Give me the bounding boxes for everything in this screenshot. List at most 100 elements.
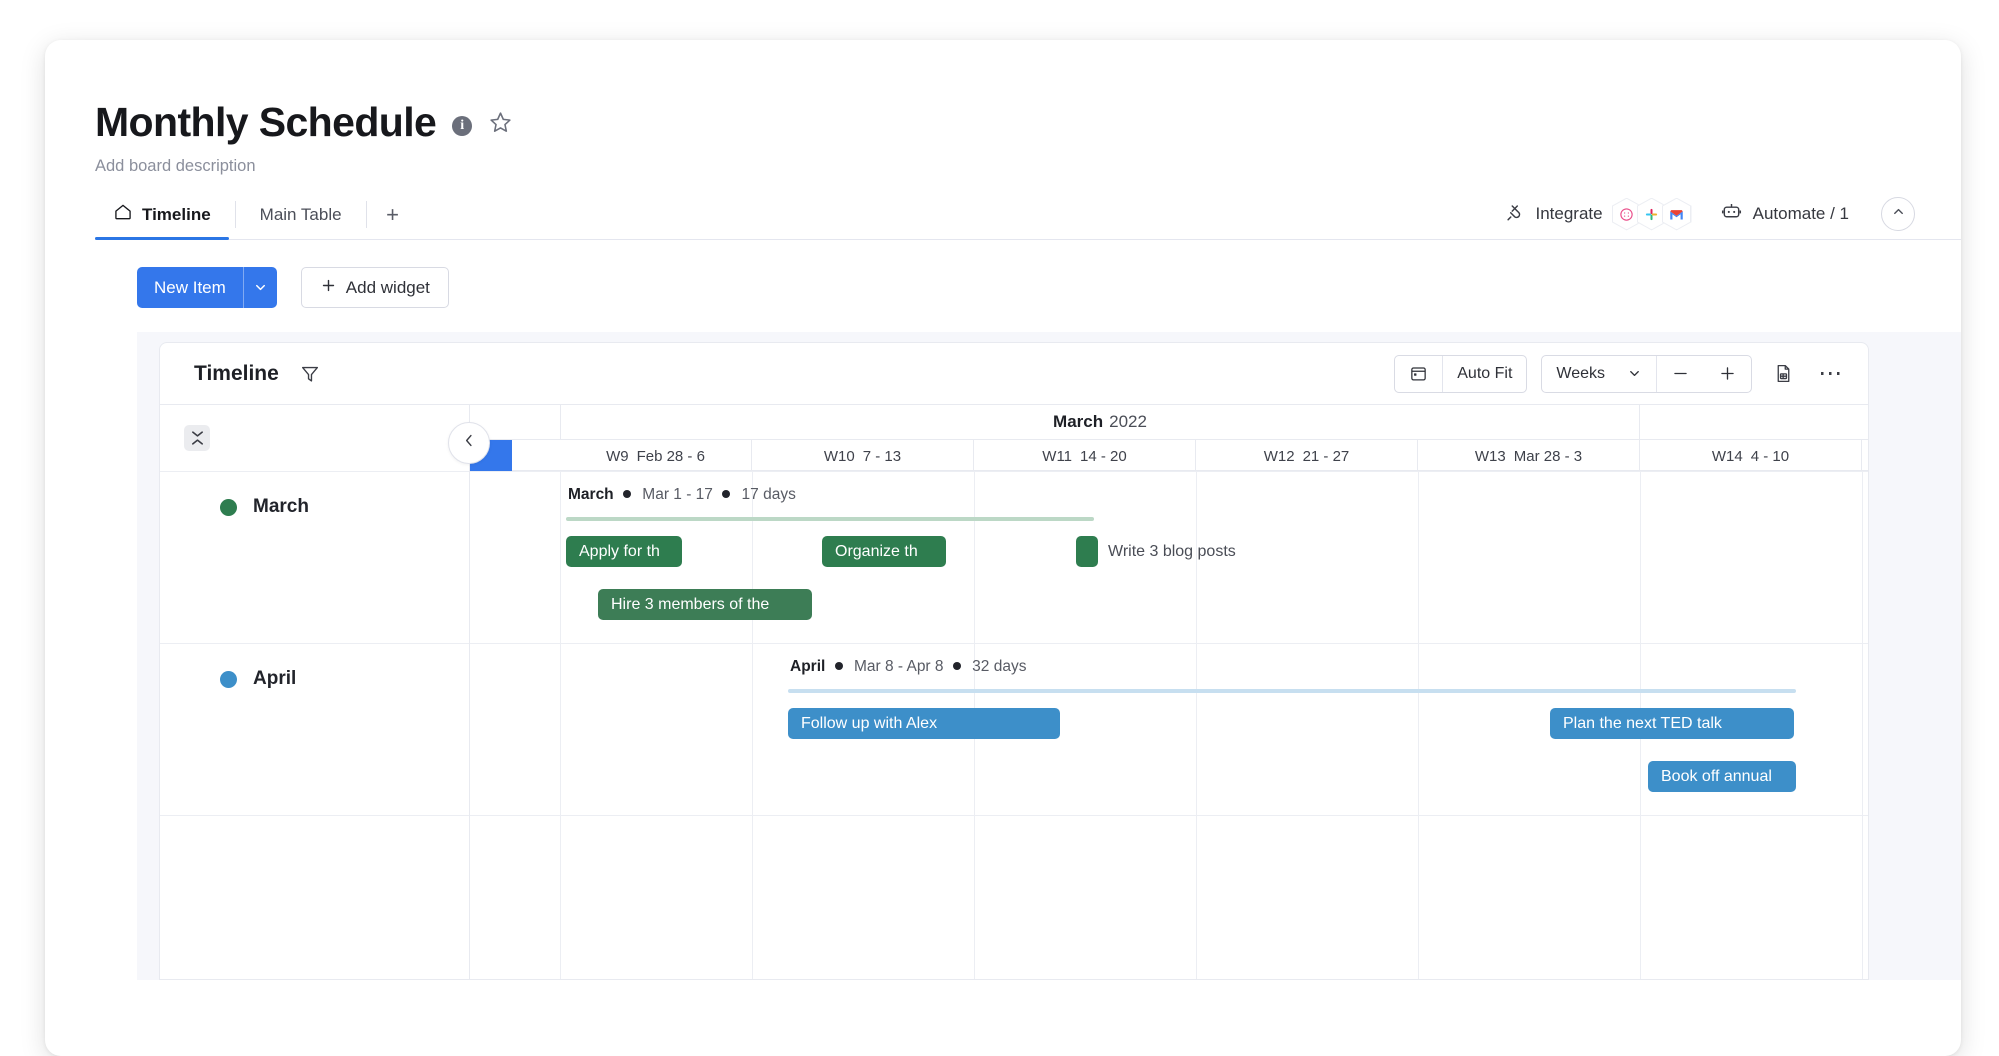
- timeline-widget-header: Timeline Auto Fit Weeks ⋯: [160, 343, 1868, 405]
- timeline-bar[interactable]: Follow up with Alex: [788, 708, 1060, 739]
- board-title-row: Monthly Schedule i: [95, 102, 1961, 143]
- group-meta-title: April: [790, 658, 826, 675]
- week-header-cell: W13 Mar 28 - 3: [1418, 440, 1640, 472]
- add-tab-button[interactable]: +: [373, 190, 413, 239]
- meta-separator-dot: [622, 490, 631, 499]
- timeline-bar[interactable]: Plan the next TED talk: [1550, 708, 1794, 739]
- chevron-down-icon: [1627, 366, 1642, 381]
- timeline-bar[interactable]: Hire 3 members of the: [598, 589, 812, 620]
- week-range: 4 - 10: [1750, 447, 1790, 465]
- new-item-label: New Item: [154, 277, 226, 297]
- week-range: Feb 28 - 6: [636, 447, 705, 465]
- week-header-cell: W9 Feb 28 - 6: [560, 440, 752, 472]
- automate-label: Automate / 1: [1752, 204, 1849, 223]
- week-header-cell: W10 7 - 13: [752, 440, 974, 472]
- zoom-out-button[interactable]: [1657, 356, 1704, 392]
- new-item-button[interactable]: New Item: [137, 267, 277, 308]
- tab-divider-2: [365, 201, 367, 228]
- group-label-april[interactable]: April: [160, 643, 469, 815]
- export-file-icon[interactable]: [1766, 357, 1800, 391]
- tab-timeline-label: Timeline: [142, 204, 211, 224]
- tab-main-table-label: Main Table: [259, 204, 342, 224]
- add-widget-label: Add widget: [345, 277, 430, 297]
- group-color-dot: [220, 671, 237, 688]
- auto-fit-button[interactable]: Auto Fit: [1443, 356, 1526, 392]
- filter-icon[interactable]: [299, 363, 321, 385]
- tab-timeline[interactable]: Timeline: [95, 190, 229, 240]
- week-number: W14: [1711, 447, 1743, 465]
- week-range: 7 - 13: [862, 447, 902, 465]
- integrate-label: Integrate: [1535, 204, 1603, 223]
- week-number: W12: [1263, 447, 1295, 465]
- meta-separator-dot: [722, 490, 731, 499]
- collapse-header-button[interactable]: [1881, 197, 1915, 231]
- group-meta-range: Mar 8 - Apr 8: [853, 658, 944, 675]
- week-header-cell: W11 14 - 20: [974, 440, 1196, 472]
- week-range: 21 - 27: [1302, 447, 1350, 465]
- zoom-group: Weeks: [1541, 354, 1752, 393]
- tabs-bar: Timeline Main Table + Integrate Automate…: [95, 190, 1961, 240]
- month-header-march: March 2022: [560, 405, 1640, 439]
- timeline-widget-gutter: Timeline Auto Fit Weeks ⋯ March 2022 W9 …: [137, 332, 1961, 980]
- group-summary-bar-april: [788, 689, 1796, 693]
- collapse-all-icon[interactable]: [184, 425, 210, 451]
- timeline-left-header: [160, 405, 490, 471]
- week-range: 14 - 20: [1080, 447, 1127, 465]
- timeline-widget: Timeline Auto Fit Weeks ⋯ March 2022 W9 …: [159, 342, 1869, 980]
- star-icon[interactable]: [488, 110, 513, 140]
- more-options-icon[interactable]: ⋯: [1814, 357, 1848, 391]
- timeline-group-row-march: March Mar 1 - 17 17 days Apply for th Or…: [470, 471, 1868, 643]
- page-title: Monthly Schedule: [95, 99, 437, 145]
- group-label-march[interactable]: March: [160, 471, 469, 643]
- week-number: W10: [823, 447, 855, 465]
- home-icon: [113, 202, 133, 227]
- zoom-level-label: Weeks: [1556, 364, 1605, 382]
- week-range: Mar 28 - 3: [1513, 447, 1583, 465]
- timeline-bar[interactable]: [1076, 536, 1098, 567]
- group-meta-duration: 17 days: [741, 486, 796, 503]
- group-summary-bar-march: [566, 517, 1094, 521]
- timeline-prev-button[interactable]: [448, 422, 490, 464]
- week-header-row: W9 Feb 28 - 6 W10 7 - 13 W11 14 - 20 W12…: [470, 439, 1868, 472]
- chevron-down-icon: [255, 284, 265, 291]
- group-meta-march: March Mar 1 - 17 17 days: [568, 486, 796, 504]
- timeline-bar[interactable]: Organize th: [822, 536, 946, 567]
- zoom-level-select[interactable]: Weeks: [1542, 356, 1656, 392]
- info-icon[interactable]: i: [452, 115, 473, 136]
- automate-button[interactable]: Automate / 1: [1720, 200, 1849, 228]
- zoom-in-button[interactable]: [1704, 356, 1751, 392]
- board-description[interactable]: Add board description: [95, 157, 1961, 176]
- group-name: March: [253, 496, 309, 517]
- plug-icon: [1504, 201, 1526, 228]
- timeline-toolbar: Auto Fit Weeks ⋯: [1394, 354, 1848, 393]
- timeline-bar[interactable]: Apply for th: [566, 536, 682, 567]
- timeline-bar-label: Write 3 blog posts: [1108, 543, 1236, 560]
- calendar-icon[interactable]: [1395, 356, 1442, 392]
- add-widget-button[interactable]: Add widget: [300, 267, 449, 308]
- meta-separator-dot: [952, 662, 961, 671]
- timeline-bar[interactable]: Book off annual: [1648, 761, 1796, 792]
- integrate-button[interactable]: Integrate: [1504, 197, 1692, 231]
- chevron-up-icon: [1891, 204, 1906, 224]
- new-item-dropdown-toggle[interactable]: [242, 267, 277, 308]
- month-year: 2022: [1109, 412, 1147, 431]
- group-label-empty: [160, 815, 469, 979]
- plus-icon: [320, 277, 337, 299]
- week-header-cell: W12 21 - 27: [1196, 440, 1418, 472]
- group-meta-title: March: [568, 486, 614, 503]
- tabs-left: Timeline Main Table +: [95, 190, 413, 240]
- group-meta-april: April Mar 8 - Apr 8 32 days: [790, 658, 1026, 676]
- tab-main-table[interactable]: Main Table: [242, 190, 360, 239]
- timeline-empty-row: [470, 815, 1868, 979]
- month-name: March: [1053, 412, 1104, 431]
- timeline-group-row-april: April Mar 8 - Apr 8 32 days Follow up wi…: [470, 643, 1868, 815]
- action-bar: New Item Add widget: [45, 240, 1961, 308]
- group-meta-range: Mar 1 - 17: [642, 486, 713, 503]
- header-actions: Integrate Automate / 1: [1504, 197, 1915, 239]
- gmail-icon[interactable]: [1661, 197, 1692, 231]
- group-name: April: [253, 668, 297, 689]
- week-number: W13: [1474, 447, 1506, 465]
- timeline-left-column: March April: [160, 405, 490, 979]
- board-card: Monthly Schedule i Add board description…: [45, 40, 1961, 1056]
- week-number: W11: [1042, 447, 1073, 465]
